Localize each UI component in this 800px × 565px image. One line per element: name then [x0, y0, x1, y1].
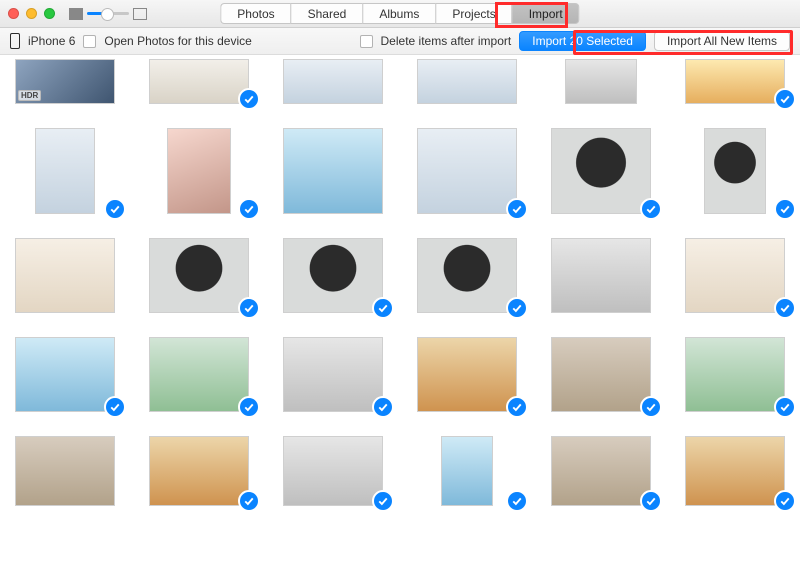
- tab-albums[interactable]: Albums: [362, 3, 435, 24]
- photo-thumbnail[interactable]: [412, 337, 522, 412]
- photo-thumbnail[interactable]: [144, 238, 254, 313]
- photo-thumbnail[interactable]: [10, 436, 120, 506]
- import-selected-button[interactable]: Import 20 Selected: [519, 31, 646, 51]
- photo-thumbnail[interactable]: [680, 128, 790, 214]
- device-icon: [10, 33, 20, 49]
- device-name: iPhone 6: [28, 34, 75, 48]
- selected-checkmark-icon: [372, 490, 394, 512]
- tab-projects[interactable]: Projects: [435, 3, 511, 24]
- photo-thumbnail[interactable]: [10, 128, 120, 214]
- selected-checkmark-icon: [506, 297, 528, 319]
- photo-thumbnail[interactable]: [680, 337, 790, 412]
- selected-checkmark-icon: [774, 396, 796, 418]
- photo-thumbnail[interactable]: [278, 128, 388, 214]
- tab-import[interactable]: Import: [512, 3, 580, 24]
- minimize-window-button[interactable]: [26, 8, 37, 19]
- titlebar: PhotosSharedAlbumsProjectsImport: [0, 0, 800, 28]
- import-toolbar: iPhone 6 Open Photos for this device Del…: [0, 28, 800, 55]
- view-tabs: PhotosSharedAlbumsProjectsImport: [220, 3, 579, 24]
- photo-thumbnail[interactable]: [278, 59, 388, 104]
- thumbnail-large-icon: [133, 8, 147, 20]
- photo-thumbnail[interactable]: [278, 436, 388, 506]
- close-window-button[interactable]: [8, 8, 19, 19]
- selected-checkmark-icon: [506, 490, 528, 512]
- tab-shared[interactable]: Shared: [291, 3, 363, 24]
- selected-checkmark-icon: [238, 490, 260, 512]
- photo-thumbnail[interactable]: [144, 128, 254, 214]
- photo-thumbnail[interactable]: [546, 128, 656, 214]
- photo-thumbnail[interactable]: [412, 436, 522, 506]
- open-photos-checkbox[interactable]: [83, 35, 96, 48]
- selected-checkmark-icon: [774, 88, 796, 110]
- selected-checkmark-icon: [506, 198, 528, 220]
- selected-checkmark-icon: [640, 490, 662, 512]
- open-photos-label: Open Photos for this device: [104, 34, 251, 48]
- selected-checkmark-icon: [238, 198, 260, 220]
- photo-thumbnail[interactable]: [278, 238, 388, 313]
- selected-checkmark-icon: [104, 198, 126, 220]
- tab-photos[interactable]: Photos: [220, 3, 290, 24]
- photo-thumbnail[interactable]: HDR: [10, 59, 120, 104]
- photo-thumbnail[interactable]: [680, 436, 790, 506]
- photo-thumbnail[interactable]: [412, 59, 522, 104]
- photo-thumbnail[interactable]: [546, 337, 656, 412]
- photo-thumbnail[interactable]: [546, 238, 656, 313]
- thumbnail-size-slider[interactable]: [87, 12, 129, 15]
- selected-checkmark-icon: [640, 198, 662, 220]
- hdr-badge: HDR: [18, 90, 41, 101]
- photo-thumbnail[interactable]: [144, 59, 254, 104]
- photo-thumbnail[interactable]: [10, 238, 120, 313]
- delete-after-label: Delete items after import: [381, 34, 512, 48]
- delete-after-checkbox[interactable]: [360, 35, 373, 48]
- photo-thumbnail[interactable]: [144, 436, 254, 506]
- selected-checkmark-icon: [774, 490, 796, 512]
- selected-checkmark-icon: [774, 198, 796, 220]
- thumbnail-size-control[interactable]: [69, 8, 147, 20]
- selected-checkmark-icon: [640, 396, 662, 418]
- selected-checkmark-icon: [238, 396, 260, 418]
- import-all-button[interactable]: Import All New Items: [654, 31, 790, 51]
- selected-checkmark-icon: [372, 297, 394, 319]
- selected-checkmark-icon: [238, 88, 260, 110]
- selected-checkmark-icon: [774, 297, 796, 319]
- photo-thumbnail[interactable]: [680, 59, 790, 104]
- photo-thumbnail[interactable]: [546, 59, 656, 104]
- photo-thumbnail[interactable]: [680, 238, 790, 313]
- photo-thumbnail[interactable]: [412, 238, 522, 313]
- selected-checkmark-icon: [372, 396, 394, 418]
- zoom-window-button[interactable]: [44, 8, 55, 19]
- photo-thumbnail[interactable]: [144, 337, 254, 412]
- selected-checkmark-icon: [506, 396, 528, 418]
- photo-thumbnail[interactable]: [412, 128, 522, 214]
- photo-thumbnail[interactable]: [278, 337, 388, 412]
- photo-grid: HDR: [0, 55, 800, 565]
- window-controls: [8, 8, 55, 19]
- selected-checkmark-icon: [104, 396, 126, 418]
- selected-checkmark-icon: [238, 297, 260, 319]
- photo-thumbnail[interactable]: [10, 337, 120, 412]
- thumbnail-small-icon: [69, 8, 83, 20]
- photo-thumbnail[interactable]: [546, 436, 656, 506]
